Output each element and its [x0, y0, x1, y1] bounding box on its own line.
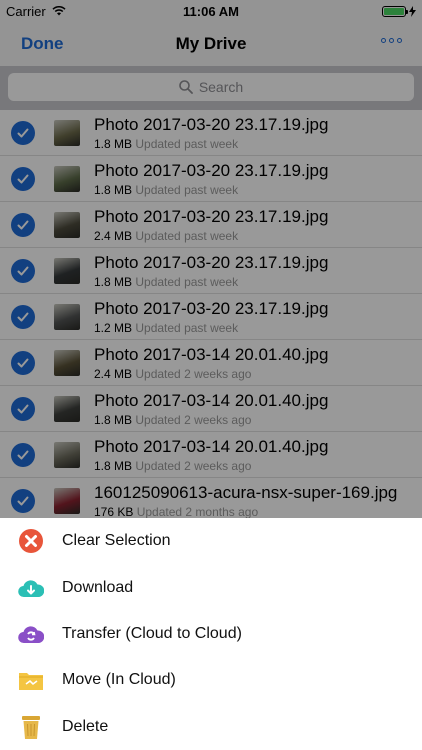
transfer-action[interactable]: Transfer (Cloud to Cloud): [0, 611, 422, 657]
clear-selection-icon: [18, 528, 44, 554]
move-label: Move (In Cloud): [62, 671, 176, 689]
clear-selection-label: Clear Selection: [62, 532, 171, 550]
download-icon: [18, 575, 44, 601]
delete-action[interactable]: Delete: [0, 704, 422, 750]
dim-overlay[interactable]: [0, 0, 422, 518]
download-action[interactable]: Download: [0, 564, 422, 610]
delete-label: Delete: [62, 717, 109, 735]
download-label: Download: [62, 578, 134, 596]
transfer-icon: [18, 621, 44, 647]
clear-selection-action[interactable]: Clear Selection: [0, 518, 422, 564]
action-sheet: Clear Selection Download Transfer (Cloud…: [0, 518, 422, 750]
transfer-label: Transfer (Cloud to Cloud): [62, 624, 242, 642]
folder-move-icon: [18, 667, 44, 693]
trash-icon: [18, 714, 44, 740]
move-action[interactable]: Move (In Cloud): [0, 657, 422, 703]
